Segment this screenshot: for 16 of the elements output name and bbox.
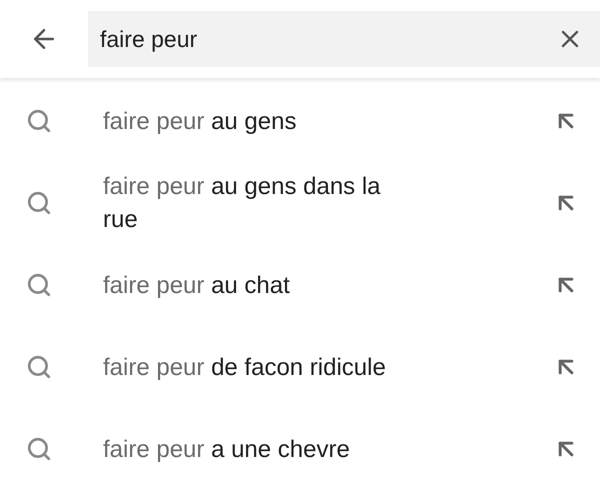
suggestion-text: faire peur au gens <box>103 106 298 136</box>
search-icon <box>26 354 52 380</box>
search-icon <box>26 272 52 298</box>
suggestion-item[interactable]: faire peur au gens dans la rue <box>0 162 600 244</box>
suggestion-text: faire peur a une chevre <box>103 434 351 464</box>
suggestion-item[interactable]: faire peur a une chevre <box>0 408 600 490</box>
suggestion-text: faire peur de facon ridicule <box>103 352 387 382</box>
suggestion-item[interactable]: faire peur au gens <box>0 80 600 162</box>
search-icon <box>26 436 52 462</box>
suggestion-item[interactable]: faire peur au chat <box>0 244 600 326</box>
search-icon <box>26 190 52 216</box>
search-bar[interactable]: faire peur <box>88 11 600 67</box>
suggestion-text: faire peur au gens dans la rue <box>103 172 382 235</box>
search-icon <box>26 108 52 134</box>
suggestion-text: faire peur au chat <box>103 270 291 300</box>
suggestion-item[interactable]: faire peur de facon ridicule <box>0 326 600 408</box>
